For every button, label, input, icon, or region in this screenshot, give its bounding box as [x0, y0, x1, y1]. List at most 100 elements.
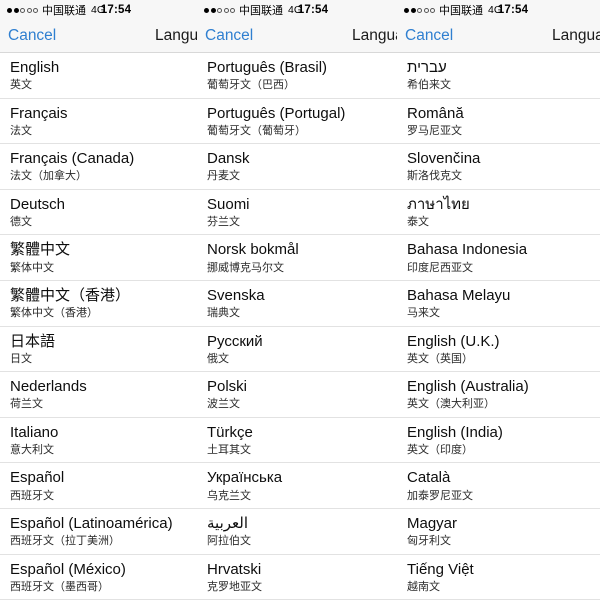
carrier-label: 中国联通	[42, 5, 86, 17]
language-localized-name: 德文	[10, 216, 32, 229]
language-localized-name: 阿拉伯文	[207, 535, 251, 548]
language-row[interactable]: English 英文	[0, 53, 197, 99]
language-localized-name: 法文（加拿大）	[10, 170, 87, 183]
navigation-bar: Cancel Language	[397, 20, 600, 53]
language-localized-name: 法文	[10, 124, 32, 137]
language-localized-name: 乌克兰文	[207, 489, 251, 502]
language-row[interactable]: Español 西班牙文	[0, 463, 197, 509]
carrier-label: 中国联通	[439, 5, 483, 17]
language-row[interactable]: Español (Latinoamérica) 西班牙文（拉丁美洲）	[0, 508, 197, 555]
language-row[interactable]: Türkçe 土耳其文	[197, 417, 397, 464]
cancel-button[interactable]: Cancel	[205, 27, 253, 45]
language-native-name: Español	[10, 469, 65, 487]
language-localized-name: 意大利文	[10, 444, 54, 457]
screen-1: 中国联通 4G 17:54 Cancel Language English 英文 F…	[0, 0, 197, 600]
status-bar: 中国联通 4G 17:54	[0, 0, 197, 20]
language-row[interactable]: Português (Portugal) 葡萄牙文（葡萄牙）	[197, 98, 397, 145]
language-native-name: Tiếng Việt	[407, 560, 474, 578]
language-row[interactable]: Українська 乌克兰文	[197, 463, 397, 509]
language-row[interactable]: 日本語 日文	[0, 326, 197, 373]
language-localized-name: 繁体中文	[10, 261, 54, 274]
language-row[interactable]: Nederlands 荷兰文	[0, 372, 197, 418]
language-row[interactable]: English (U.K.) 英文（英国）	[397, 326, 600, 373]
language-list-3[interactable]: עברית 希伯来文 Română 罗马尼亚文 Slovenčina 斯洛伐克文 ภาษาไ…	[397, 53, 600, 600]
status-bar: 中国联通 4G 17:54	[397, 0, 600, 20]
language-row[interactable]: العربية 阿拉伯文	[197, 508, 397, 555]
language-row[interactable]: Italiano 意大利文	[0, 417, 197, 464]
language-row[interactable]: 繁體中文 繁体中文	[0, 235, 197, 281]
language-localized-name: 日文	[10, 352, 32, 365]
screen-2: 中国联通 4G 17:54 Cancel Language Português …	[197, 0, 397, 600]
language-native-name: English (Australia)	[407, 378, 529, 396]
language-native-name: Français (Canada)	[10, 150, 135, 168]
language-native-name: العربية	[207, 514, 248, 532]
language-native-name: Română	[407, 104, 464, 122]
language-native-name: 繁體中文	[10, 241, 71, 259]
language-native-name: Nederlands	[10, 378, 87, 396]
language-localized-name: 英文（英国）	[407, 352, 473, 365]
language-localized-name: 英文	[10, 79, 32, 92]
language-row[interactable]: Español (México) 西班牙文（墨西哥）	[0, 554, 197, 600]
language-row[interactable]: Norsk bokmål 挪威博克马尔文	[197, 235, 397, 281]
language-localized-name: 泰文	[407, 216, 429, 229]
language-row[interactable]: Tiếng Việt 越南文	[397, 554, 600, 600]
language-localized-name: 斯洛伐克文	[407, 170, 462, 183]
language-native-name: Dansk	[207, 150, 250, 168]
language-localized-name: 瑞典文	[207, 307, 240, 320]
language-localized-name: 西班牙文	[10, 489, 54, 502]
language-native-name: Español (México)	[10, 560, 126, 578]
language-list-1[interactable]: English 英文 Français 法文 Français (Canada) 法文（加…	[0, 53, 197, 600]
language-row[interactable]: Português (Brasil) 葡萄牙文（巴西）	[197, 53, 397, 99]
language-native-name: Català	[407, 469, 451, 487]
language-localized-name: 俄文	[207, 352, 229, 365]
language-row[interactable]: Polski 波兰文	[197, 372, 397, 418]
language-native-name: Deutsch	[10, 195, 66, 213]
language-row[interactable]: Bahasa Melayu 马来文	[397, 280, 600, 327]
language-localized-name: 匈牙利文	[407, 535, 451, 548]
language-row[interactable]: Suomi 芬兰文	[197, 189, 397, 236]
language-row[interactable]: Svenska 瑞典文	[197, 280, 397, 327]
language-localized-name: 挪威博克马尔文	[207, 261, 284, 274]
language-localized-name: 繁体中文（香港）	[10, 307, 98, 320]
carrier-label: 中国联通	[239, 5, 283, 17]
language-native-name: Hrvatski	[207, 560, 262, 578]
language-row[interactable]: Română 罗马尼亚文	[397, 98, 600, 145]
language-native-name: Magyar	[407, 514, 458, 532]
language-row[interactable]: Bahasa Indonesia 印度尼西亚文	[397, 235, 600, 281]
network-type-label: 4G	[288, 4, 303, 16]
navigation-bar: Cancel Language	[0, 20, 197, 53]
language-row[interactable]: Français (Canada) 法文（加拿大）	[0, 144, 197, 190]
language-list-2[interactable]: Português (Brasil) 葡萄牙文（巴西） Português (Por…	[197, 53, 397, 600]
language-row[interactable]: Magyar 匈牙利文	[397, 508, 600, 555]
language-row[interactable]: ภาษาไทย 泰文	[397, 189, 600, 236]
language-native-name: Русский	[207, 332, 263, 350]
language-native-name: עברית	[407, 59, 447, 76]
language-native-name: Polski	[207, 378, 248, 396]
language-localized-name: 丹麦文	[207, 170, 240, 183]
language-row[interactable]: Русский 俄文	[197, 326, 397, 373]
language-native-name: Norsk bokmål	[207, 241, 299, 259]
language-row[interactable]: Deutsch 德文	[0, 189, 197, 236]
signal-strength-icon	[7, 7, 38, 13]
language-localized-name: 越南文	[407, 580, 440, 593]
language-row[interactable]: Dansk 丹麦文	[197, 144, 397, 190]
status-bar: 中国联通 4G 17:54	[197, 0, 397, 20]
language-row[interactable]: Hrvatski 克罗地亚文	[197, 554, 397, 600]
navigation-bar: Cancel Language	[197, 20, 397, 53]
language-row[interactable]: Slovenčina 斯洛伐克文	[397, 144, 600, 190]
language-row[interactable]: English (India) 英文（印度）	[397, 417, 600, 464]
language-row[interactable]: עברית 希伯来文	[397, 53, 600, 99]
language-native-name: Svenska	[207, 286, 265, 304]
language-localized-name: 土耳其文	[207, 444, 251, 457]
language-native-name: Italiano	[10, 423, 59, 441]
cancel-button[interactable]: Cancel	[8, 27, 56, 45]
language-native-name: English	[10, 59, 60, 76]
cancel-button[interactable]: Cancel	[405, 27, 453, 45]
language-localized-name: 西班牙文（墨西哥）	[10, 580, 109, 593]
language-row[interactable]: Català 加泰罗尼亚文	[397, 463, 600, 509]
language-row[interactable]: English (Australia) 英文（澳大利亚）	[397, 372, 600, 418]
language-row[interactable]: 繁體中文（香港） 繁体中文（香港）	[0, 280, 197, 327]
language-localized-name: 印度尼西亚文	[407, 261, 473, 274]
language-row[interactable]: Français 法文	[0, 98, 197, 145]
language-native-name: ภาษาไทย	[407, 195, 470, 213]
